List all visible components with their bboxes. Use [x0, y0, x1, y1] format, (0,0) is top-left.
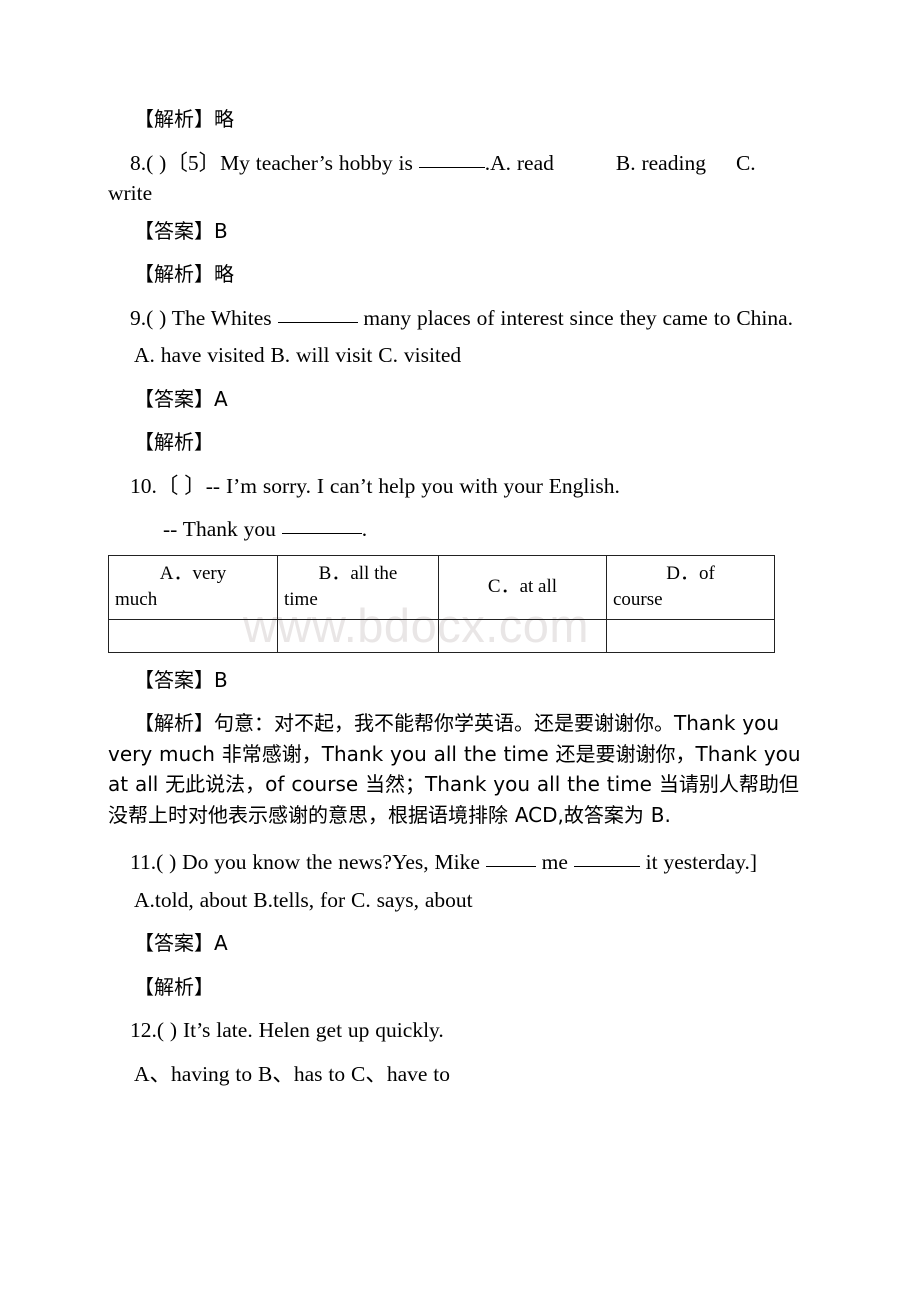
table-row-options: A．very much B．all the time C．at all D．of… [108, 554, 775, 620]
question-10-reply-line: -- Thank you . [108, 514, 805, 545]
question-10-reply: -- Thank you [163, 517, 282, 541]
question-9: 9.( ) The Whites many places of interest… [108, 303, 805, 334]
question-11: 11.( ) Do you know the news?Yes, Mike me… [108, 847, 805, 878]
question-8-option-b: B. reading [615, 150, 706, 175]
option-d-rest: course [613, 588, 663, 610]
table-cell-empty-4 [606, 618, 775, 653]
question-11-answer: 【答案】A [134, 931, 228, 955]
analysis-skip-line-1: 【解析】略 [108, 104, 805, 135]
question-11-blank-2 [573, 866, 640, 867]
question-11-stem: 11.( ) Do you know the news?Yes, Mike [130, 850, 486, 874]
question-10-analysis-line: 【解析】句意：对不起，我不能帮你学英语。还是要谢谢你。Thank you ver… [108, 708, 805, 830]
question-10-answer: 【答案】B [134, 667, 228, 692]
question-11-options: A.told, about B.tells, for C. says, abou… [134, 887, 473, 912]
question-10-stem: 10.〔 〕-- I’m sorry. I can’t help you wit… [130, 473, 620, 498]
table-cell-option-d: D．of course [606, 554, 775, 620]
table-cell-empty-2 [277, 618, 439, 653]
question-10-options-table: A．very much B．all the time C．at all D．of… [108, 554, 775, 653]
table-cell-option-b: B．all the time [277, 554, 439, 620]
table-cell-option-a: A．very much [108, 554, 278, 620]
question-10: 10.〔 〕-- I’m sorry. I can’t help you wit… [108, 471, 805, 502]
table-row-empty [108, 618, 775, 653]
question-11-end: it yesterday.] [639, 850, 757, 874]
question-11-blank-1 [485, 866, 536, 867]
analysis-skip-text-2: 【解析】略 [134, 262, 234, 286]
document-content: 【解析】略 8.( )〔5〕My teacher’s hobby is .A. … [108, 104, 805, 1089]
option-d-lead: D．of [666, 562, 715, 584]
question-9-stem: 9.( ) The Whites [130, 305, 278, 330]
question-8-answer: 【答案】B [134, 218, 228, 243]
option-c-lead: C．at all [487, 575, 558, 597]
question-11-mid: me [535, 850, 574, 874]
question-10-analysis: 【解析】句意：对不起，我不能帮你学英语。还是要谢谢你。Thank you ver… [108, 711, 801, 827]
question-10-blank [281, 533, 362, 534]
option-a-lead: A．very [159, 562, 227, 584]
question-9-blank [277, 321, 358, 323]
question-9-stem-end: many places of interest since they came … [357, 305, 794, 330]
question-8-blank [418, 166, 485, 168]
analysis-skip-text-1: 【解析】略 [134, 107, 234, 131]
option-a-rest: much [115, 588, 158, 610]
document-page: www.bdocx.com 【解析】略 8.( )〔5〕My teacher’s… [0, 0, 920, 1302]
question-11-answer-line: 【答案】A [108, 928, 805, 959]
question-8-stem: 8.( )〔5〕My teacher’s hobby is [130, 150, 419, 175]
table-cell-empty-3 [438, 618, 607, 653]
question-9-analysis-line: 【解析】 [108, 427, 805, 458]
question-9-analysis: 【解析】 [134, 430, 214, 454]
table-cell-option-c: C．at all [438, 554, 607, 620]
question-9-options: A. have visited B. will visit C. visited [134, 343, 462, 367]
question-10-reply-end: . [361, 517, 368, 541]
question-9-answer-line: 【答案】A [108, 384, 805, 415]
option-b-rest: time [284, 588, 318, 610]
question-8-option-a: .A. read [484, 150, 554, 175]
question-8-answer-line: 【答案】B [108, 216, 805, 247]
question-11-analysis-line: 【解析】 [108, 972, 805, 1003]
table-cell-empty-1 [108, 618, 278, 653]
question-10-answer-line: 【答案】B [108, 665, 805, 696]
question-8: 8.( )〔5〕My teacher’s hobby is .A. read B.… [108, 148, 805, 209]
question-9-answer: 【答案】A [134, 386, 228, 411]
option-b-lead: B．all the [318, 562, 398, 584]
question-12-options: A、having to B、has to C、have to [134, 1061, 451, 1086]
question-11-analysis: 【解析】 [134, 974, 214, 999]
analysis-skip-line-2: 【解析】略 [108, 259, 805, 290]
question-12: 12.( ) It’s late. Helen get up quickly. [130, 1018, 444, 1042]
